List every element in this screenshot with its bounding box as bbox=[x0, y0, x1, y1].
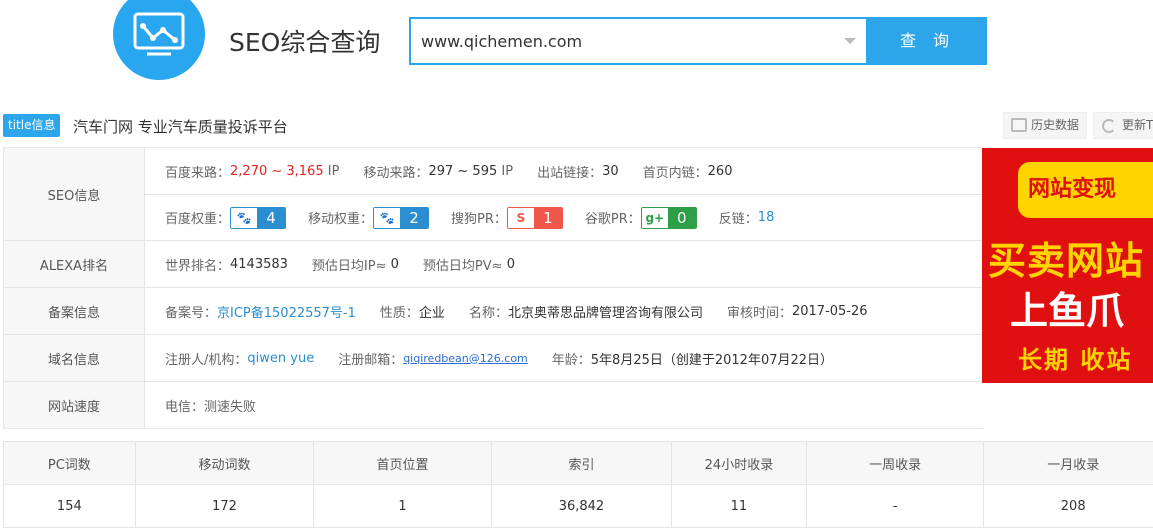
search-input[interactable] bbox=[421, 19, 831, 63]
outbound-value[interactable]: 30 bbox=[602, 164, 619, 179]
nature-label: 性质： bbox=[379, 305, 419, 321]
domain-row: 域名信息 注册人/机构： qiwen yue 注册邮箱： qiqiredbean… bbox=[4, 335, 983, 382]
backlinks-label: 反链： bbox=[718, 212, 758, 227]
sogou-value: 1 bbox=[533, 207, 562, 228]
google-badge[interactable]: g+ 0 bbox=[640, 206, 697, 229]
table-row: 154 172 1 36,842 11 - 208 bbox=[3, 484, 1153, 528]
ad-line-4: 长期 收站 bbox=[1018, 346, 1133, 374]
stats-table: PC词数 移动词数 首页位置 索引 24小时收录 一周收录 一月收录 154 1… bbox=[3, 441, 1153, 528]
speed-row: 网站速度 电信：测速失败 bbox=[4, 382, 983, 429]
sogou-label: 搜狗PR： bbox=[451, 212, 507, 227]
ip-estimate-value: 0 bbox=[390, 256, 399, 272]
icp-number-link[interactable]: 京ICP备15022557号-1 bbox=[217, 302, 356, 321]
baidu-weight-label: 百度权重： bbox=[165, 212, 231, 227]
ip-unit: IP bbox=[327, 163, 340, 179]
table-cell[interactable]: 208 bbox=[983, 484, 1153, 528]
mobile-traffic-label: 移动来路： bbox=[363, 165, 429, 181]
seo-row: SEO信息 百度来路： 2,270 ~ 3,165 IP 移动来路： 297 ~… bbox=[4, 148, 983, 241]
speed-label: 网站速度 bbox=[4, 382, 145, 428]
google-label: 谷歌PR： bbox=[584, 212, 641, 227]
mobile-weight-badge[interactable]: 🐾 2 bbox=[373, 206, 430, 229]
alexa-row: ALEXA排名 世界排名： 4143583 预估日均IP≈ 0 预估日均PV≈ … bbox=[4, 241, 983, 288]
table-header: PC词数 bbox=[3, 441, 136, 485]
google-plus-icon: g+ bbox=[641, 207, 668, 228]
icp-number-label: 备案号： bbox=[165, 305, 218, 321]
alexa-label: ALEXA排名 bbox=[4, 241, 145, 287]
ad-banner[interactable]: 网站变现 买卖网站 上鱼爪 长期 收站 bbox=[982, 148, 1153, 383]
inbound-label: 首页内链： bbox=[642, 165, 708, 181]
history-icon bbox=[1011, 118, 1027, 132]
table-header: 一周收录 bbox=[805, 441, 985, 485]
history-label: 历史数据 bbox=[1031, 118, 1080, 132]
info-table: SEO信息 百度来路： 2,270 ~ 3,165 IP 移动来路： 297 ~… bbox=[3, 147, 983, 429]
ad-line-3: 上鱼爪 bbox=[1010, 289, 1125, 333]
age-label: 年龄： bbox=[551, 352, 591, 368]
baidu-traffic-label: 百度来路： bbox=[165, 165, 231, 181]
google-value: 0 bbox=[667, 207, 696, 228]
audit-time-value: 2017-05-26 bbox=[791, 303, 868, 319]
table-cell[interactable]: 172 bbox=[134, 484, 315, 528]
stats-header-row: PC词数 移动词数 首页位置 索引 24小时收录 一周收录 一月收录 bbox=[3, 441, 1153, 485]
refresh-icon bbox=[1102, 119, 1116, 133]
paw-icon: 🐾 bbox=[374, 207, 401, 228]
ip-unit: IP bbox=[501, 163, 514, 179]
world-rank-value: 4143583 bbox=[230, 256, 288, 272]
monitor-chart-icon bbox=[133, 12, 185, 56]
page-title: SEO综合查询 bbox=[229, 28, 381, 57]
registrant-label: 注册人/机构： bbox=[165, 352, 248, 368]
table-header: 24小时收录 bbox=[671, 441, 807, 485]
seo-weight-line: 百度权重： 🐾 4 移动权重： 🐾 2 搜狗PR： S1 谷歌PR： g+ 0 反链：… bbox=[145, 194, 983, 240]
site-title-text: 汽车门网 专业汽车质量投诉平台 bbox=[73, 118, 288, 136]
table-cell: - bbox=[805, 484, 985, 528]
domain-label: 域名信息 bbox=[4, 335, 145, 381]
title-badge: title信息 bbox=[3, 114, 61, 137]
logo bbox=[113, 0, 205, 80]
icp-row: 备案信息 备案号： 京ICP备15022557号-1 性质： 企业 名称： 北京… bbox=[4, 288, 983, 335]
table-header: 索引 bbox=[490, 441, 673, 485]
baidu-traffic-value[interactable]: 2,270 ~ 3,165 bbox=[230, 164, 324, 179]
baidu-weight-badge[interactable]: 🐾 4 bbox=[230, 206, 287, 229]
pv-estimate-value: 0 bbox=[506, 256, 515, 272]
search-button[interactable]: 查 询 bbox=[868, 17, 987, 65]
outbound-label: 出站链接： bbox=[537, 165, 603, 181]
mobile-traffic-value[interactable]: 297 ~ 595 bbox=[428, 164, 497, 179]
audit-time-label: 审核时间： bbox=[726, 305, 792, 321]
update-button[interactable]: 更新T bbox=[1093, 112, 1153, 139]
table-header: 移动词数 bbox=[134, 441, 315, 485]
table-cell[interactable]: 11 bbox=[671, 484, 807, 528]
company-name-label: 名称： bbox=[468, 305, 508, 321]
age-value: 5年8月25日（创建于2012年07月22日） bbox=[590, 352, 834, 368]
company-name-value: 北京奥蒂思品牌管理咨询有限公司 bbox=[507, 305, 703, 321]
inbound-value[interactable]: 260 bbox=[708, 164, 733, 179]
table-cell[interactable]: 154 bbox=[3, 484, 136, 528]
history-data-button[interactable]: 历史数据 bbox=[1003, 112, 1087, 139]
ip-estimate-label: 预估日均IP≈ bbox=[311, 258, 387, 274]
sogou-icon: S bbox=[507, 207, 534, 228]
speed-value: 电信：测速失败 bbox=[165, 399, 257, 415]
email-label: 注册邮箱： bbox=[338, 352, 404, 368]
world-rank-label: 世界排名： bbox=[165, 258, 231, 274]
update-label: 更新T bbox=[1122, 118, 1153, 132]
table-header: 首页位置 bbox=[313, 441, 492, 485]
email-link[interactable]: qiqiredbean@126.com bbox=[403, 352, 528, 365]
mobile-weight-label: 移动权重： bbox=[308, 212, 374, 227]
table-cell[interactable]: 36,842 bbox=[490, 484, 673, 528]
registrant-link[interactable]: qiwen yue bbox=[247, 351, 314, 366]
sogou-badge[interactable]: S1 bbox=[506, 206, 563, 229]
icp-label: 备案信息 bbox=[4, 288, 145, 334]
table-header: 一月收录 bbox=[983, 441, 1153, 485]
chevron-down-icon[interactable] bbox=[844, 38, 856, 44]
nature-value: 企业 bbox=[418, 305, 445, 321]
paw-icon: 🐾 bbox=[231, 207, 258, 228]
ad-line-2: 买卖网站 bbox=[988, 239, 1145, 283]
table-cell: 1 bbox=[313, 484, 492, 528]
seo-label: SEO信息 bbox=[4, 148, 145, 240]
pv-estimate-label: 预估日均PV≈ bbox=[422, 258, 503, 274]
baidu-weight-value: 4 bbox=[257, 207, 286, 228]
mobile-weight-value: 2 bbox=[400, 207, 429, 228]
seo-traffic-line: 百度来路： 2,270 ~ 3,165 IP 移动来路： 297 ~ 595 I… bbox=[145, 148, 983, 194]
search-box bbox=[409, 17, 868, 65]
backlinks-value[interactable]: 18 bbox=[758, 210, 775, 225]
ad-line-1: 网站变现 bbox=[1018, 162, 1153, 218]
